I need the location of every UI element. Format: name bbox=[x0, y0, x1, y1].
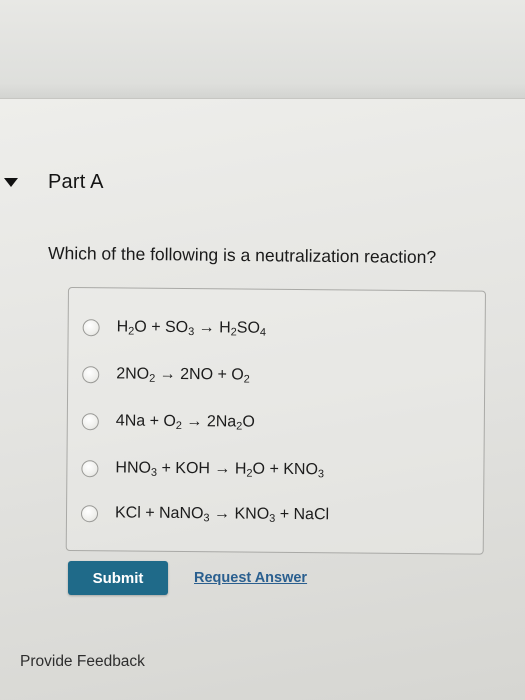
radio-button[interactable] bbox=[81, 459, 99, 477]
collapse-caret-icon[interactable] bbox=[4, 178, 18, 187]
choice-label: H2O + SO3 → H2SO4 bbox=[116, 318, 267, 339]
monitor-bezel bbox=[0, 0, 525, 99]
answer-choices-box: H2O + SO3 → H2SO4 2NO2 → 2NO + O2 4Na + … bbox=[65, 287, 486, 555]
submit-button[interactable]: Submit bbox=[68, 561, 168, 595]
part-title: Part A bbox=[48, 171, 104, 193]
question-text: Which of the following is a neutralizati… bbox=[47, 243, 437, 268]
radio-button[interactable] bbox=[80, 504, 99, 522]
choice-label: 4Na + O2 → 2Na2O bbox=[115, 412, 255, 433]
choice-option-1[interactable]: H2O + SO3 → H2SO4 bbox=[69, 312, 469, 345]
provide-feedback-link[interactable]: Provide Feedback bbox=[20, 653, 145, 671]
choice-label: HNO3 + KOH → H2O + KNO3 bbox=[115, 459, 325, 481]
choice-option-3[interactable]: 4Na + O2 → 2Na2O bbox=[68, 406, 468, 439]
choice-option-2[interactable]: 2NO2 → 2NO + O2 bbox=[68, 359, 468, 392]
choice-label: 2NO2 → 2NO + O2 bbox=[116, 365, 250, 386]
choice-option-5[interactable]: KCl + NaNO3 → KNO3 + NaCl bbox=[67, 498, 467, 531]
choice-label: KCl + NaNO3 → KNO3 + NaCl bbox=[114, 504, 330, 525]
choice-option-4[interactable]: HNO3 + KOH → H2O + KNO3 bbox=[67, 453, 467, 486]
radio-button[interactable] bbox=[82, 365, 100, 383]
radio-button[interactable] bbox=[82, 318, 100, 336]
radio-button[interactable] bbox=[81, 412, 99, 430]
request-answer-link[interactable]: Request Answer bbox=[194, 570, 307, 586]
